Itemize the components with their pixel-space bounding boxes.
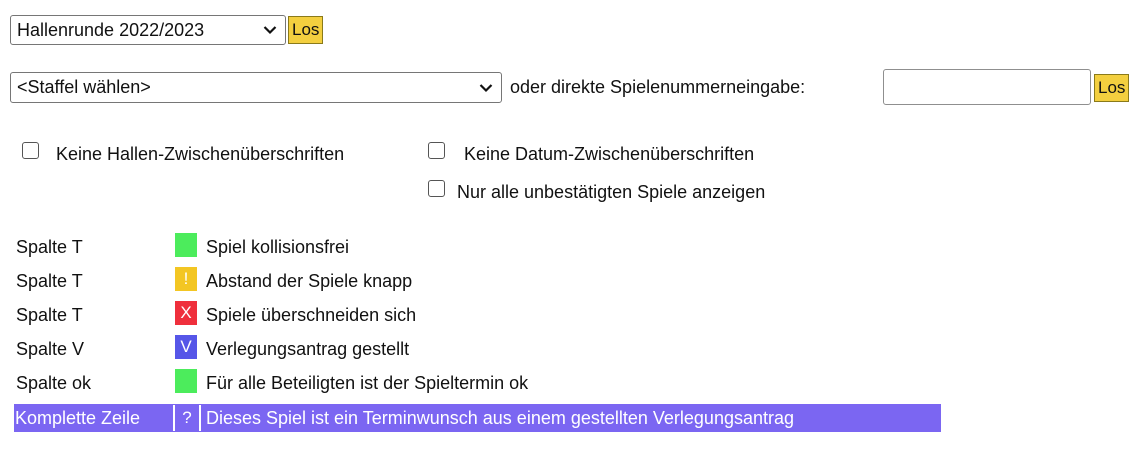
legend-description: Spiele überschneiden sich <box>206 305 417 325</box>
season-go-button[interactable]: Los <box>288 16 324 44</box>
only-unconfirmed-label[interactable]: Nur alle unbestätigten Spiele anzeigen <box>457 182 765 203</box>
legend-badge-conflict: X <box>175 301 197 325</box>
legend-badge-warning: ! <box>175 267 197 291</box>
legend-badge-collision-free <box>175 233 197 257</box>
legend-key: Spalte ok <box>16 373 92 393</box>
season-select[interactable]: Hallenrunde 2022/2023 <box>10 15 286 45</box>
no-date-headers-checkbox[interactable] <box>428 142 445 159</box>
legend-description: Dieses Spiel ist ein Terminwunsch aus ei… <box>206 408 794 428</box>
game-number-go-button[interactable]: Los <box>1094 74 1130 102</box>
no-hall-headers-checkbox[interactable] <box>22 142 39 159</box>
legend-key: Spalte T <box>16 237 83 257</box>
no-hall-headers-label[interactable]: Keine Hallen-Zwischenüberschriften <box>56 144 344 165</box>
legend-key: Spalte V <box>16 339 85 359</box>
legend-description: Für alle Beteiligten ist der Spieltermin… <box>206 373 529 393</box>
chevron-down-icon <box>263 26 277 35</box>
staffel-select[interactable]: <Staffel wählen> <box>10 72 502 103</box>
legend-key: Spalte T <box>16 305 83 325</box>
legend-badge-postponement: V <box>175 335 197 359</box>
legend-key: Spalte T <box>16 271 83 291</box>
chevron-down-icon <box>479 83 493 92</box>
no-date-headers-label[interactable]: Keine Datum-Zwischenüberschriften <box>464 144 754 165</box>
only-unconfirmed-checkbox[interactable] <box>428 180 445 197</box>
legend-badge-ok <box>175 369 197 393</box>
season-select-value: Hallenrunde 2022/2023 <box>17 19 205 40</box>
legend-badge-request: ? <box>173 405 201 431</box>
legend-description: Abstand der Spiele knapp <box>206 271 413 291</box>
page: Hallenrunde 2022/2023 Los <Staffel wähle… <box>0 0 1146 451</box>
game-number-input[interactable] <box>883 69 1091 105</box>
legend-description: Spiel kollisionsfrei <box>206 237 350 257</box>
legend-description: Verlegungsantrag gestellt <box>206 339 410 359</box>
staffel-select-value: <Staffel wählen> <box>17 77 151 97</box>
legend-key: Komplette Zeile <box>15 408 141 428</box>
direct-input-label: oder direkte Spielenummerneingabe: <box>510 77 806 97</box>
